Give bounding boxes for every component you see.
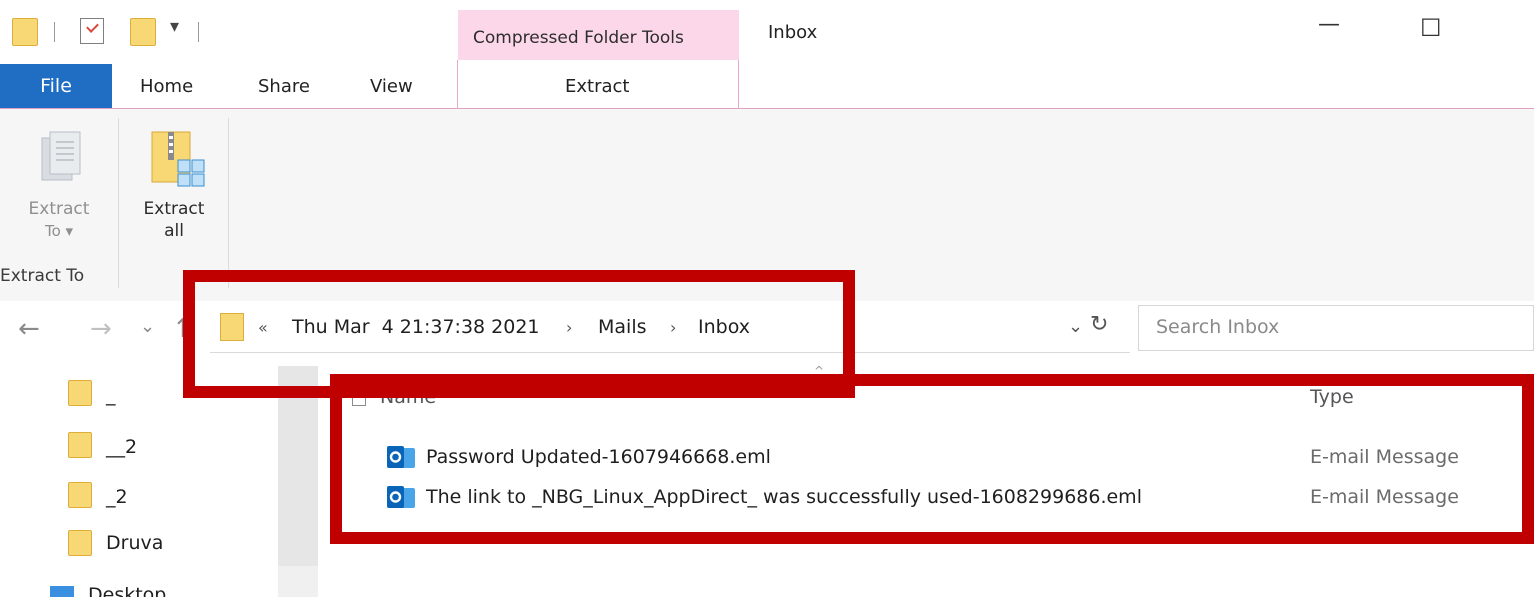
window-title: Inbox [768, 22, 818, 43]
search-placeholder: Search Inbox [1156, 316, 1280, 338]
folder-icon [12, 18, 38, 46]
new-folder-icon[interactable] [130, 18, 156, 46]
ribbon-divider [228, 118, 229, 288]
file-list-highlight [330, 374, 1534, 544]
qat-dropdown-icon[interactable]: ▾ [170, 16, 179, 37]
tab-extract[interactable]: Extract [565, 76, 629, 97]
tab-home[interactable]: Home [140, 76, 193, 97]
tab-file[interactable]: File [0, 64, 112, 108]
nav-item-double-underscore-2[interactable]: __2 [106, 436, 137, 458]
address-dropdown-button[interactable]: ⌄ [1068, 316, 1083, 337]
qat-separator [54, 22, 55, 42]
forward-button[interactable]: → [90, 314, 112, 344]
extract-to-label: Extract [28, 199, 90, 219]
nav-item-underscore[interactable]: _ [106, 384, 116, 406]
refresh-button[interactable]: ↻ [1090, 312, 1108, 337]
extract-to-button[interactable]: Extract To ▾ [0, 198, 118, 242]
recent-locations-button[interactable]: ⌄ [140, 316, 155, 337]
extract-all-zip-icon [151, 131, 205, 187]
extract-to-icon [41, 131, 81, 181]
properties-check-icon[interactable] [80, 18, 104, 44]
back-button[interactable]: ← [18, 314, 40, 344]
nav-item-underscore-2[interactable]: _2 [106, 486, 128, 508]
qat-separator [198, 22, 199, 42]
minimize-button[interactable]: — [1318, 12, 1340, 37]
extract-all-label: Extract [143, 199, 205, 219]
tab-view[interactable]: View [370, 76, 413, 97]
folder-icon [68, 380, 92, 406]
folder-icon [68, 432, 92, 458]
tab-share[interactable]: Share [258, 76, 310, 97]
ribbon-group-label: Extract To [0, 266, 85, 286]
nav-item-desktop[interactable]: Desktop [88, 584, 166, 597]
extract-to-dropdown-label: To ▾ [44, 222, 74, 240]
nav-item-druva[interactable]: Druva [106, 532, 163, 554]
desktop-icon [50, 586, 74, 597]
context-tab-group-label: Compressed Folder Tools [473, 28, 684, 48]
maximize-button[interactable]: ☐ [1420, 14, 1442, 42]
folder-icon [68, 530, 92, 556]
folder-icon [68, 482, 92, 508]
ribbon-divider [118, 118, 119, 288]
extract-all-label-2: all [164, 221, 184, 241]
extract-all-button[interactable]: Extract all [120, 198, 228, 242]
